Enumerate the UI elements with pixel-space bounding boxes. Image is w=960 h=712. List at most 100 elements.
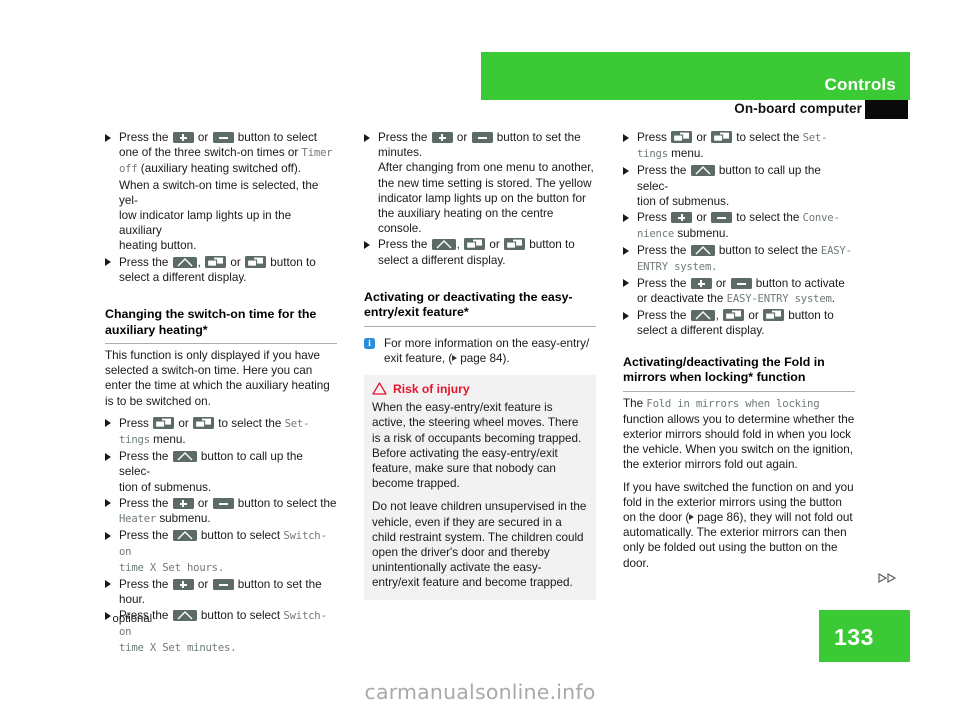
list-item: Press the or button to set the hour. (105, 577, 337, 607)
list-item: Press the , or button to select a differ… (105, 255, 337, 285)
step-line-6: heating button. (119, 239, 197, 253)
list-item: Press or to select the Conve- nience sub… (623, 210, 855, 242)
step-text-tail: to select the (218, 416, 282, 430)
thumb-tab-marker (865, 100, 908, 119)
up-arrow-button-icon (431, 239, 456, 251)
step-line-2: submenu. (677, 227, 729, 241)
step-text-tail: to select the (736, 131, 800, 144)
display-text: off (119, 163, 138, 176)
step-text-tail: button to set the (496, 131, 581, 144)
plus-button-icon (172, 132, 194, 143)
step-text: Press (637, 211, 667, 225)
bullet-triangle-icon (623, 213, 629, 222)
page-reference-arrow-icon (452, 355, 458, 362)
step-line-2: select a different display. (378, 253, 506, 267)
window-left-button-icon (153, 416, 175, 429)
list-item: Press the , or button to select a differ… (623, 308, 855, 338)
comma-text: , (715, 309, 719, 323)
display-text: Set- (802, 132, 828, 144)
page-title: Changing the switch-on time for the auxi… (105, 307, 337, 345)
step-text: Press the (119, 529, 169, 543)
display-text: EASY-ENTRY system (726, 293, 832, 306)
conjunction-text: or (197, 577, 209, 591)
step-line-5: indicator lamp lights up on the button f… (378, 191, 586, 205)
chapter-header-bar: Controls (481, 52, 910, 100)
step-text: Press the (637, 276, 687, 290)
step-text-tail: button to select (237, 131, 318, 144)
note-line-2: exit feature, ( (384, 352, 453, 366)
list-item: Press the or button to select the Heater… (105, 496, 337, 527)
continued-arrows-icon (878, 571, 898, 583)
bullet-triangle-icon (105, 499, 111, 508)
paragraph-lead: The (623, 396, 644, 410)
info-icon: i (364, 337, 375, 349)
window-right-button-icon (193, 416, 215, 429)
warning-paragraph-1: When the easy-entry/exit feature is acti… (372, 401, 582, 491)
bullet-triangle-icon (623, 166, 629, 175)
display-text: Timer (301, 147, 333, 160)
list-item: Press the button to call up the selec- t… (623, 163, 855, 209)
section-header: On-board computer (481, 100, 910, 119)
page-reference-arrow-icon (689, 514, 695, 521)
step-text-tail: button to (529, 238, 575, 252)
step-text: Press (637, 131, 667, 144)
plus-button-icon (431, 132, 453, 143)
column-one: Press the or button to select one of the… (105, 130, 337, 657)
step-text: Press the (637, 244, 687, 258)
minus-button-icon (212, 578, 234, 590)
step-text-tail: button to select (200, 529, 281, 543)
step-text: Press the (378, 131, 428, 144)
window-right-button-icon (763, 309, 785, 322)
step-text-tail: to select the (736, 211, 800, 225)
body-paragraph-2: If you have switched the function on and… (623, 480, 855, 571)
step-line-3: (auxiliary heating switched off). (140, 162, 302, 176)
step-text-tail: button to (788, 309, 834, 323)
step-line-2: select a different display. (637, 324, 765, 338)
intro-paragraph: This function is only displayed if you h… (105, 349, 330, 408)
step-line-4: the new time setting is stored. The yell… (378, 176, 592, 190)
bullet-triangle-icon (623, 279, 629, 288)
bullet-triangle-icon (623, 246, 629, 255)
step-line-2: tion of submenus. (637, 194, 730, 208)
step-text-tail: button to select the (718, 244, 818, 258)
display-text: nience (637, 228, 675, 241)
up-arrow-button-icon (172, 530, 197, 542)
column-two: Press the or button to set the minutes. … (364, 130, 596, 600)
step-line-2: menu. (671, 147, 704, 161)
bullet-triangle-icon (364, 240, 370, 249)
window-left-button-icon (464, 238, 486, 251)
list-item: Press the button to select Switch-on tim… (105, 528, 337, 576)
step-line-2: menu. (153, 433, 186, 447)
warning-paragraph-2: Do not leave children unsupervised in th… (372, 500, 587, 590)
display-text: ENTRY system. (637, 260, 718, 273)
up-arrow-button-icon (690, 245, 715, 257)
up-arrow-button-icon (172, 451, 197, 463)
step-text: Press the (119, 255, 169, 269)
minus-button-icon (212, 132, 234, 143)
list-item: Press the button to call up the selec- t… (105, 449, 337, 495)
up-arrow-button-icon (172, 610, 197, 622)
step-text: Press the (119, 450, 169, 464)
step-line-2: one of the three switch-on times or (119, 146, 299, 160)
step-line-6: the auxiliary heating on the centre cons… (378, 207, 554, 236)
window-left-button-icon (671, 131, 693, 143)
body-paragraph-1: The Fold in mirrors when locking functio… (623, 396, 855, 473)
list-item: Press the button to select the EASY- ENT… (623, 243, 855, 274)
minus-button-icon (471, 132, 493, 143)
page-reference-text: page 84). (460, 352, 510, 366)
display-text: Set- (284, 417, 310, 430)
bullet-triangle-icon (623, 311, 629, 320)
window-left-button-icon (723, 309, 745, 322)
paragraph-tail: function allows you to determine whether… (623, 412, 855, 472)
step-line-3: After changing from one menu to another, (378, 161, 594, 175)
step-text-tail: button to set the (237, 577, 322, 591)
step-text-tail: button to activate (755, 276, 845, 290)
plus-button-icon (690, 277, 712, 289)
display-text: Heater (119, 513, 157, 526)
conjunction-text: or (696, 131, 707, 144)
list-item: Press the or button to select one of the… (105, 130, 337, 254)
section-heading-fold-mirrors: Activating/deactivating the Fold in mirr… (623, 355, 855, 392)
step-line-2: submenu. (159, 512, 211, 526)
warning-triangle-icon (372, 382, 387, 398)
watermark: carmanualsonline.info (364, 680, 596, 704)
